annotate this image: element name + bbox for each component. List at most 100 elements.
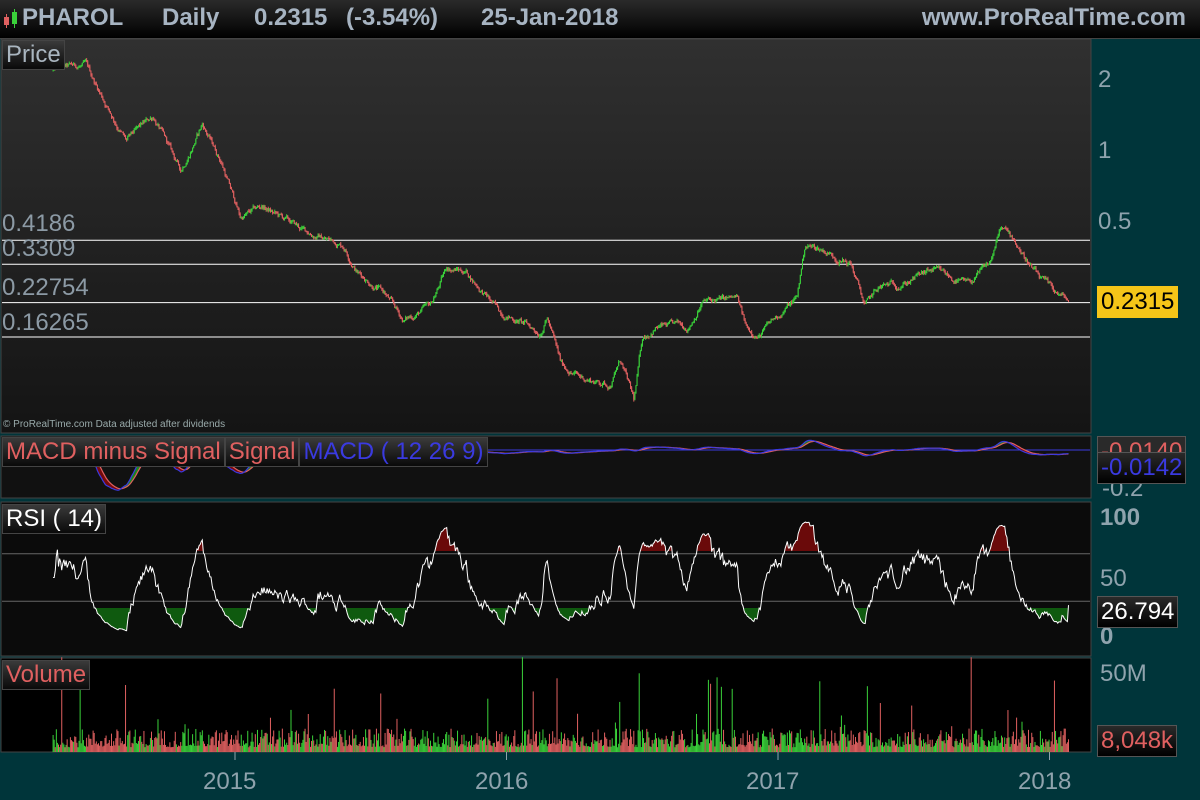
volume-bar [117, 731, 119, 752]
volume-bar [290, 709, 292, 752]
volume-bar [987, 740, 989, 752]
volume-bar [286, 742, 288, 752]
volume-bar [646, 728, 648, 752]
candle-body [777, 317, 779, 319]
volume-bar [315, 744, 317, 752]
volume-bar [912, 732, 914, 752]
volume-bar [401, 741, 403, 752]
volume-bar [74, 736, 76, 752]
candle-body [993, 250, 995, 256]
volume-bar [742, 733, 744, 752]
candle-body [1004, 227, 1006, 229]
candle-body [138, 124, 140, 127]
volume-bar [661, 738, 663, 752]
volume-bar [800, 738, 802, 752]
candle-body [543, 325, 545, 332]
candle-body [367, 280, 369, 283]
candle-body [614, 370, 616, 374]
candle-body [229, 183, 231, 188]
volume-bar [167, 746, 169, 752]
candle-body [78, 66, 80, 68]
volume-bar [793, 743, 795, 752]
chart-canvas[interactable] [0, 0, 1200, 800]
candle-body [215, 150, 217, 156]
candle-body [643, 336, 645, 340]
macd-signal-label: Signal [224, 437, 300, 467]
candle-body [783, 311, 785, 313]
volume-bar [973, 733, 975, 752]
candle-body [316, 236, 318, 239]
volume-bar [93, 732, 95, 752]
volume-bar [513, 736, 515, 752]
candle-body [998, 229, 1000, 235]
volume-bar [397, 745, 399, 752]
volume-bar [263, 736, 265, 752]
candle-body [264, 206, 266, 210]
candle-body [184, 166, 186, 168]
volume-bar [843, 733, 845, 752]
volume-bar [651, 739, 653, 752]
volume-bar [631, 736, 633, 752]
volume-bar [547, 743, 549, 752]
volume-bar [100, 741, 102, 752]
volume-bar [160, 730, 162, 752]
rsi-panel[interactable] [0, 501, 1092, 657]
candle-body [286, 215, 288, 217]
volume-bar [168, 746, 170, 752]
candle-body [618, 361, 620, 367]
candle-body [79, 66, 81, 68]
volume-bar [919, 733, 921, 752]
last-price-tag: 0.2315 [1097, 286, 1179, 318]
volume-bar [877, 739, 879, 752]
candle-body [893, 284, 895, 287]
candle-body [439, 281, 441, 287]
volume-bar [964, 744, 966, 752]
volume-bar [68, 747, 70, 752]
candle-body [757, 336, 759, 339]
candle-body [925, 271, 927, 274]
candle-body [567, 370, 569, 374]
candle-body [675, 321, 677, 323]
volume-bar [158, 733, 160, 752]
volume-bar [1052, 744, 1054, 752]
candle-body [913, 277, 915, 279]
candle-body [273, 212, 275, 214]
volume-bar [247, 730, 249, 752]
volume-bar [220, 744, 222, 752]
volume-bar [936, 740, 938, 752]
volume-bar [52, 735, 54, 752]
candle-body [447, 268, 449, 271]
candle-body [751, 331, 753, 335]
candle-body [506, 316, 508, 319]
candle-body [967, 279, 969, 281]
candle-body [705, 300, 707, 302]
candle-body [940, 267, 942, 271]
candle-body [617, 366, 619, 370]
price-panel[interactable] [0, 38, 1092, 434]
candle-body [200, 126, 202, 130]
volume-bar [489, 740, 491, 752]
volume-bar [91, 745, 93, 752]
candle-body [413, 317, 415, 320]
candle-body [188, 157, 190, 159]
volume-bar [386, 728, 388, 752]
volume-bar [348, 735, 350, 752]
volume-bar [1043, 742, 1045, 752]
candle-body [417, 312, 419, 315]
candle-body [846, 261, 848, 265]
candle-body [193, 145, 195, 148]
candle-body [640, 345, 642, 351]
volume-bar [379, 746, 381, 752]
candle-body [890, 280, 892, 282]
volume-bar [395, 739, 397, 752]
candle-body [832, 254, 834, 257]
candle-body [486, 293, 488, 297]
candle-body [348, 259, 350, 262]
volume-bar [743, 745, 745, 752]
candle-body [754, 337, 756, 339]
volume-bar [975, 730, 977, 752]
candle-body [344, 249, 346, 251]
volume-bar [577, 713, 579, 752]
volume-bar [484, 738, 486, 752]
candle-body [202, 123, 204, 129]
